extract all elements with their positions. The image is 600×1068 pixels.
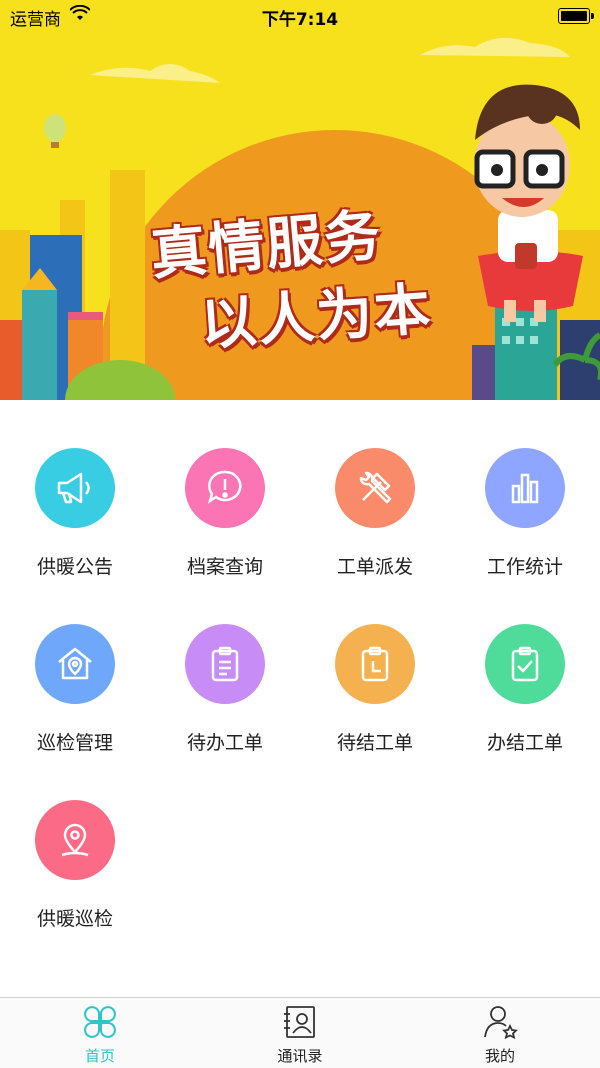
clover-home-icon	[82, 1004, 118, 1040]
banner-slogan-line2: 以人为本	[198, 276, 435, 359]
tab-contacts[interactable]: 通讯录	[200, 998, 400, 1068]
contacts-book-icon	[282, 1004, 318, 1040]
menu-item-label: 工作统计	[486, 556, 563, 578]
menu-item-label: 办结工单	[486, 732, 563, 754]
alert-bubble-icon	[185, 448, 265, 528]
mascot	[474, 84, 583, 322]
bar-chart-icon	[485, 448, 565, 528]
home-location-icon	[35, 624, 115, 704]
menu-item-label: 供暖公告	[36, 556, 113, 578]
menu-item-heating-inspection[interactable]: 供暖巡检	[0, 752, 150, 930]
tab-label: 我的	[484, 1047, 515, 1065]
clipboard-list-icon	[185, 624, 265, 704]
tab-profile[interactable]: 我的	[400, 998, 600, 1068]
menu-item-work-statistics[interactable]: 工作统计	[450, 400, 600, 578]
menu-item-completed-orders[interactable]: 办结工单	[450, 576, 600, 754]
menu-item-label: 待办工单	[186, 732, 263, 754]
menu-item-archive-query[interactable]: 档案查询	[150, 400, 300, 578]
menu-item-label: 档案查询	[186, 556, 263, 578]
clipboard-clock-icon	[335, 624, 415, 704]
menu-item-label: 供暖巡检	[36, 908, 113, 930]
status-bar: 运营商 下午7:14	[0, 0, 600, 32]
menu-item-label: 待结工单	[336, 732, 413, 754]
menu-item-heating-notice[interactable]: 供暖公告	[0, 400, 150, 578]
menu-item-awaiting-close-orders[interactable]: 待结工单	[300, 576, 450, 754]
tab-label: 通讯录	[277, 1047, 323, 1065]
megaphone-icon	[35, 448, 115, 528]
user-star-icon	[482, 1004, 518, 1040]
bottom-tab-bar: 首页 通讯录 我的	[0, 997, 600, 1068]
clipboard-check-icon	[485, 624, 565, 704]
tab-home[interactable]: 首页	[0, 998, 200, 1068]
tools-icon	[335, 448, 415, 528]
menu-item-label: 巡检管理	[36, 732, 113, 754]
menu-item-pending-orders[interactable]: 待办工单	[150, 576, 300, 754]
menu-item-label: 工单派发	[336, 556, 413, 578]
menu-item-inspection-management[interactable]: 巡检管理	[0, 576, 150, 754]
battery-icon	[558, 8, 594, 24]
hero-banner[interactable]: 真情服务 以人为本	[0, 0, 600, 400]
map-pin-icon	[35, 800, 115, 880]
menu-item-dispatch-order[interactable]: 工单派发	[300, 400, 450, 578]
clock-label: 下午7:14	[261, 10, 339, 30]
tab-label: 首页	[84, 1047, 115, 1065]
